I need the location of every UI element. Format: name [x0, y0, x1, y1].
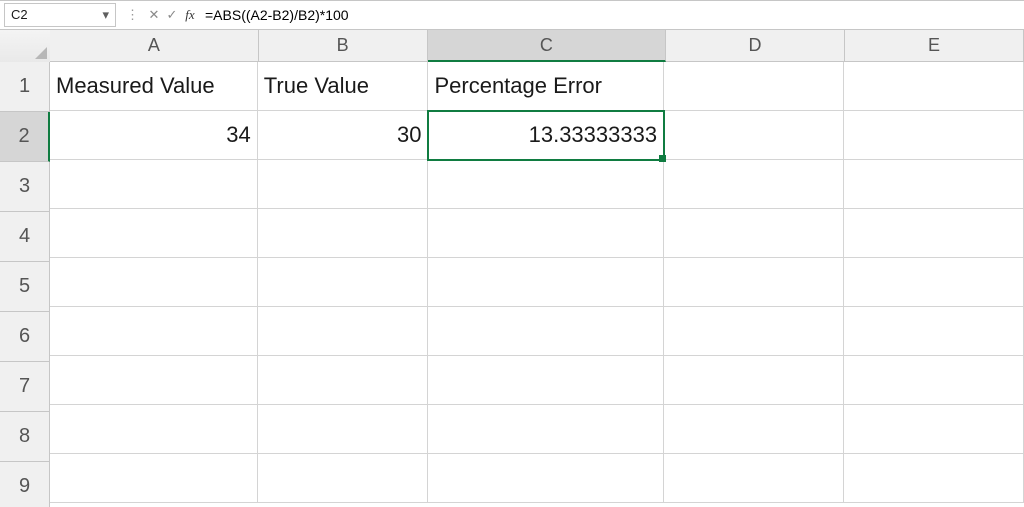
cell-E3[interactable] [844, 160, 1024, 209]
cell-B6[interactable] [258, 307, 429, 356]
cell-A1[interactable]: Measured Value [50, 62, 258, 111]
cell-C9[interactable] [428, 454, 664, 503]
column-header-B[interactable]: B [259, 30, 428, 62]
row-header-2[interactable]: 2 [0, 112, 50, 162]
row-6 [50, 307, 1024, 356]
cell-B1[interactable]: True Value [258, 62, 429, 111]
name-box-value: C2 [11, 4, 28, 26]
cell-E5[interactable] [844, 258, 1024, 307]
column-header-D[interactable]: D [666, 30, 845, 62]
cell-D1[interactable] [664, 62, 844, 111]
row-header-9[interactable]: 9 [0, 462, 50, 507]
cell-D4[interactable] [664, 209, 844, 258]
cell-D2[interactable] [664, 111, 844, 160]
cell-B2[interactable]: 30 [258, 111, 429, 160]
cell-A6[interactable] [50, 307, 258, 356]
row-8 [50, 405, 1024, 454]
cell-E6[interactable] [844, 307, 1024, 356]
cell-area[interactable]: Measured ValueTrue ValuePercentage Error… [50, 62, 1024, 507]
cell-A2[interactable]: 34 [50, 111, 258, 160]
name-box[interactable]: C2 ▾ [4, 3, 116, 27]
separator: ⋮ [126, 7, 139, 23]
cell-A9[interactable] [50, 454, 258, 503]
row-header-1[interactable]: 1 [0, 62, 50, 112]
cell-C7[interactable] [428, 356, 664, 405]
spreadsheet-grid: ABCDE 123456789 Measured ValueTrue Value… [0, 30, 1024, 507]
cell-B9[interactable] [258, 454, 429, 503]
cell-E8[interactable] [844, 405, 1024, 454]
cell-E7[interactable] [844, 356, 1024, 405]
row-header-4[interactable]: 4 [0, 212, 50, 262]
row-header-3[interactable]: 3 [0, 162, 50, 212]
row-header-5[interactable]: 5 [0, 262, 50, 312]
row-header-7[interactable]: 7 [0, 362, 50, 412]
cell-E2[interactable] [844, 111, 1024, 160]
chevron-down-icon[interactable]: ▾ [102, 4, 109, 26]
cell-C5[interactable] [428, 258, 664, 307]
row-header-6[interactable]: 6 [0, 312, 50, 362]
row-3 [50, 160, 1024, 209]
select-all-corner[interactable] [0, 30, 51, 63]
cell-A5[interactable] [50, 258, 258, 307]
column-header-C[interactable]: C [428, 30, 666, 62]
cell-D5[interactable] [664, 258, 844, 307]
formula-input[interactable] [199, 4, 1024, 26]
accept-formula-button[interactable]: ✓ [163, 7, 181, 23]
cell-C3[interactable] [428, 160, 664, 209]
cancel-formula-button[interactable]: ✕ [145, 7, 163, 23]
cell-B7[interactable] [258, 356, 429, 405]
cell-C2[interactable]: 13.33333333 [428, 111, 664, 160]
fill-handle[interactable] [659, 155, 666, 162]
cell-A8[interactable] [50, 405, 258, 454]
row-header-8[interactable]: 8 [0, 412, 50, 462]
cell-D3[interactable] [664, 160, 844, 209]
cell-D6[interactable] [664, 307, 844, 356]
column-header-A[interactable]: A [50, 30, 259, 62]
row-headers: 123456789 [0, 62, 50, 507]
row-4 [50, 209, 1024, 258]
column-headers: ABCDE [50, 30, 1024, 62]
cell-C4[interactable] [428, 209, 664, 258]
row-7 [50, 356, 1024, 405]
cell-C6[interactable] [428, 307, 664, 356]
cell-D8[interactable] [664, 405, 844, 454]
cell-D9[interactable] [664, 454, 844, 503]
row-1: Measured ValueTrue ValuePercentage Error [50, 62, 1024, 111]
row-9 [50, 454, 1024, 503]
cell-E1[interactable] [844, 62, 1024, 111]
column-header-E[interactable]: E [845, 30, 1024, 62]
cell-B5[interactable] [258, 258, 429, 307]
insert-function-button[interactable]: fx [181, 7, 199, 23]
cell-D7[interactable] [664, 356, 844, 405]
cell-E9[interactable] [844, 454, 1024, 503]
cell-A7[interactable] [50, 356, 258, 405]
cell-A4[interactable] [50, 209, 258, 258]
cell-C1[interactable]: Percentage Error [428, 62, 664, 111]
row-2: 343013.33333333 [50, 111, 1024, 160]
cell-B3[interactable] [258, 160, 429, 209]
cell-E4[interactable] [844, 209, 1024, 258]
cell-B8[interactable] [258, 405, 429, 454]
cell-B4[interactable] [258, 209, 429, 258]
formula-bar: C2 ▾ ⋮ ✕ ✓ fx [0, 0, 1024, 30]
cell-A3[interactable] [50, 160, 258, 209]
cell-C8[interactable] [428, 405, 664, 454]
row-5 [50, 258, 1024, 307]
